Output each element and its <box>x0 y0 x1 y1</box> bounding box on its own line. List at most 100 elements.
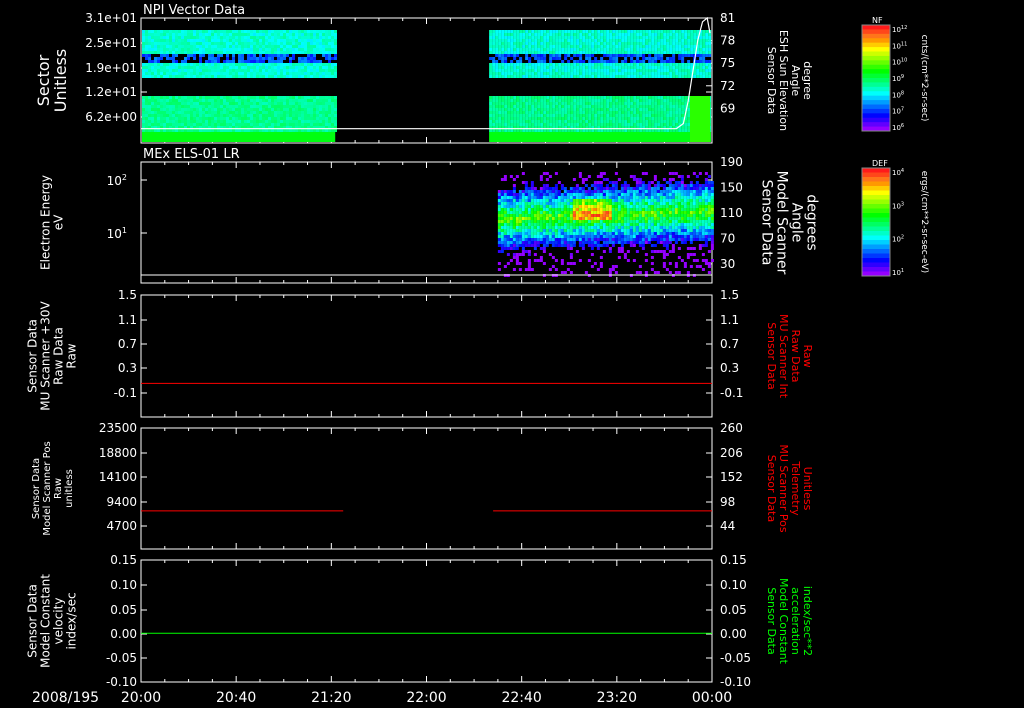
spectrogram-cell <box>316 123 319 126</box>
spectrogram-cell <box>600 48 604 51</box>
spectrogram-cell <box>163 123 166 126</box>
spectrogram-cell <box>678 45 682 48</box>
spectrogram-cell <box>211 102 214 105</box>
spectrogram-cell <box>621 123 625 126</box>
spectrogram-cell <box>187 66 190 69</box>
spectrogram-cell <box>160 102 163 105</box>
spectrogram-cell <box>513 105 517 108</box>
spectrogram-cell <box>265 105 268 108</box>
spectrogram-cell <box>509 205 513 208</box>
spectrogram-cell <box>663 123 667 126</box>
spectrogram-cell <box>710 181 714 184</box>
spectrogram-cell <box>603 96 607 99</box>
spectrogram-cell <box>205 120 208 123</box>
spectrogram-cell <box>301 99 304 102</box>
spectrogram-cell <box>561 114 565 117</box>
spectrogram-cell <box>229 63 232 66</box>
spectrogram-cell <box>651 39 655 42</box>
spectrogram-cell <box>211 60 214 63</box>
spectrogram-cell <box>615 48 619 51</box>
spectrogram-cell <box>621 99 625 102</box>
spectrogram-cell <box>211 51 214 54</box>
spectrogram-cell <box>175 75 178 78</box>
spectrogram-cell <box>169 63 172 66</box>
spectrogram-cell <box>546 120 550 123</box>
spectrogram-cell <box>268 42 271 45</box>
spectrogram-cell <box>603 123 607 126</box>
spectrogram-cell <box>283 48 286 51</box>
spectrogram-cell <box>331 111 334 114</box>
spectrogram-cell <box>184 111 187 114</box>
spectrogram-cell <box>208 39 211 42</box>
spectrogram-cell <box>516 45 520 48</box>
spectrogram-cell <box>702 36 706 39</box>
spectrogram-cell <box>268 48 271 51</box>
spectrogram-cell <box>533 202 537 205</box>
spectrogram-cell <box>271 63 274 66</box>
spectrogram-cell <box>283 66 286 69</box>
spectrogram-cell <box>642 39 646 42</box>
spectrogram-cell <box>677 187 681 190</box>
spectrogram-cell <box>193 69 196 72</box>
spectrogram-cell <box>226 105 229 108</box>
spectrogram-cell <box>606 105 610 108</box>
spectrogram-cell <box>585 129 589 132</box>
spectrogram-cell <box>313 60 316 63</box>
spectrogram-cell <box>202 45 205 48</box>
spectrogram-cell <box>540 75 544 78</box>
spectrogram-cell <box>705 69 709 72</box>
spectrogram-cell <box>600 30 604 33</box>
spectrogram-cell <box>142 54 145 57</box>
y2-tick-label: 190 <box>720 155 743 169</box>
spectrogram-cell <box>262 51 265 54</box>
spectrogram-cell <box>564 123 568 126</box>
spectrogram-cell <box>283 39 286 42</box>
spectrogram-cell <box>650 193 654 196</box>
spectrogram-cell <box>675 39 679 42</box>
spectrogram-cell <box>492 33 496 36</box>
spectrogram-cell <box>585 69 589 72</box>
spectrogram-cell <box>570 108 574 111</box>
spectrogram-cell <box>591 123 595 126</box>
spectrogram-cell <box>626 190 630 193</box>
spectrogram-cell <box>669 66 673 69</box>
spectrogram-cell <box>268 120 271 123</box>
spectrogram-cell <box>271 99 274 102</box>
spectrogram-cell <box>663 66 667 69</box>
spectrogram-cell <box>208 42 211 45</box>
spectrogram-cell <box>283 114 286 117</box>
spectrogram-cell <box>214 117 217 120</box>
spectrogram-cell <box>699 45 703 48</box>
spectrogram-cell <box>208 75 211 78</box>
spectrogram-cell <box>334 129 337 132</box>
spectrogram-cell <box>594 99 598 102</box>
spectrogram-cell <box>558 42 562 45</box>
spectrogram-cell <box>549 102 553 105</box>
spectrogram-cell <box>202 75 205 78</box>
spectrogram-cell <box>645 114 649 117</box>
spectrogram-cell <box>672 105 676 108</box>
spectrogram-cell <box>654 63 658 66</box>
spectrogram-cell <box>313 33 316 36</box>
spectrogram-cell <box>531 42 535 45</box>
spectrogram-cell <box>567 39 571 42</box>
spectrogram-cell <box>307 72 310 75</box>
spectrogram-cell <box>618 102 622 105</box>
spectrogram-cell <box>328 69 331 72</box>
spectrogram-cell <box>175 72 178 75</box>
spectrogram-cell <box>702 57 706 60</box>
spectrogram-cell <box>569 196 573 199</box>
spectrogram-cell <box>235 45 238 48</box>
spectrogram-cell <box>163 96 166 99</box>
spectrogram-cell <box>597 96 601 99</box>
spectrogram-cell <box>516 51 520 54</box>
spectrogram-cell <box>618 105 622 108</box>
spectrogram-cell <box>686 184 690 187</box>
spectrogram-cell <box>543 96 547 99</box>
spectrogram-cell <box>253 105 256 108</box>
spectrogram-cell <box>166 111 169 114</box>
spectrogram-cell <box>241 45 244 48</box>
spectrogram-cell <box>624 129 628 132</box>
spectrogram-cell <box>277 39 280 42</box>
spectrogram-cell <box>280 42 283 45</box>
